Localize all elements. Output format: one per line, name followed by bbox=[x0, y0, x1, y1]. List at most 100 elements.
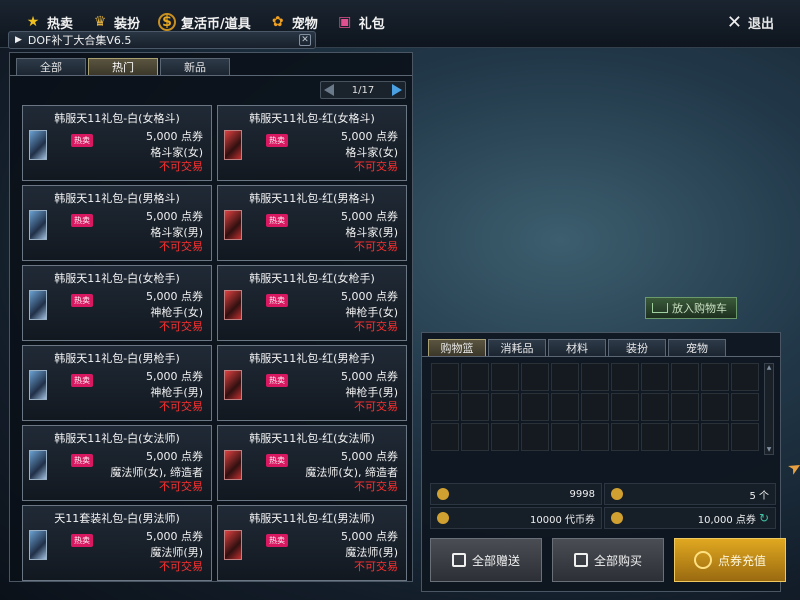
basket-slot[interactable] bbox=[701, 363, 729, 391]
next-page-icon[interactable] bbox=[392, 84, 402, 96]
pager: 1/17 bbox=[320, 81, 406, 99]
basket-slot[interactable] bbox=[551, 363, 579, 391]
tab-hot[interactable]: 热门 bbox=[88, 58, 158, 76]
basket-slot[interactable] bbox=[731, 363, 759, 391]
tab-pet[interactable]: 宠物 bbox=[668, 339, 726, 357]
basket-slot[interactable] bbox=[491, 423, 519, 451]
action-buttons: 全部赠送 全部购买 点券充值 bbox=[430, 538, 786, 582]
basket-slot[interactable] bbox=[491, 393, 519, 421]
item-card[interactable]: 韩服天11礼包-白(女格斗) 热卖 5,000 点券 格斗家(女) 不可交易 bbox=[22, 105, 212, 181]
basket-slot[interactable] bbox=[641, 363, 669, 391]
item-trade-status: 不可交易 bbox=[159, 400, 203, 413]
gift-all-button[interactable]: 全部赠送 bbox=[430, 538, 542, 582]
item-card[interactable]: 韩服天11礼包-红(女格斗) 热卖 5,000 点券 格斗家(女) 不可交易 bbox=[217, 105, 407, 181]
points-value: 10,000 点券 bbox=[697, 514, 756, 526]
basket-slot[interactable] bbox=[671, 363, 699, 391]
basket-slot[interactable] bbox=[461, 363, 489, 391]
page-indicator: 1/17 bbox=[351, 84, 375, 96]
basket-slot[interactable] bbox=[611, 423, 639, 451]
tab-consumables[interactable]: 消耗品 bbox=[488, 339, 546, 357]
points-icon bbox=[611, 512, 623, 524]
basket-slot[interactable] bbox=[521, 363, 549, 391]
tab-costume[interactable]: 装扮 bbox=[608, 339, 666, 357]
hot-badge: 热卖 bbox=[71, 374, 93, 387]
item-card[interactable]: 天11套装礼包-白(男法师) 热卖 5,000 点券 魔法师(男) 不可交易 bbox=[22, 505, 212, 581]
basket-slot[interactable] bbox=[431, 423, 459, 451]
basket-slot[interactable] bbox=[671, 393, 699, 421]
basket-slot[interactable] bbox=[611, 363, 639, 391]
basket-slot[interactable] bbox=[581, 363, 609, 391]
hot-badge: 热卖 bbox=[266, 214, 288, 227]
prev-page-icon[interactable] bbox=[324, 84, 334, 96]
item-card[interactable]: 韩服天11礼包-白(男枪手) 热卖 5,000 点券 神枪手(男) 不可交易 bbox=[22, 345, 212, 421]
item-price: 5,000 点券 bbox=[341, 450, 398, 463]
gift-all-label: 全部赠送 bbox=[471, 553, 520, 568]
hot-badge: 热卖 bbox=[266, 534, 288, 547]
basket-icon bbox=[573, 553, 588, 567]
basket-slot[interactable] bbox=[521, 393, 549, 421]
basket-slot[interactable] bbox=[551, 393, 579, 421]
play-icon: ▶ bbox=[15, 35, 22, 45]
close-window-icon[interactable]: ✕ bbox=[299, 34, 311, 46]
token-row: 10000 代币券 bbox=[430, 507, 602, 529]
item-card[interactable]: 韩服天11礼包-白(男格斗) 热卖 5,000 点券 格斗家(男) 不可交易 bbox=[22, 185, 212, 261]
item-name: 天11套装礼包-白(男法师) bbox=[54, 512, 180, 525]
item-card[interactable]: 韩服天11礼包-红(女法师) 热卖 5,000 点券 魔法师(女), 缔造者 不… bbox=[217, 425, 407, 501]
tab-all[interactable]: 全部 bbox=[16, 58, 86, 76]
item-card[interactable]: 韩服天11礼包-红(男枪手) 热卖 5,000 点券 神枪手(男) 不可交易 bbox=[217, 345, 407, 421]
item-card[interactable]: 韩服天11礼包-白(女枪手) 热卖 5,000 点券 神枪手(女) 不可交易 bbox=[22, 265, 212, 341]
item-trade-status: 不可交易 bbox=[159, 160, 203, 173]
item-trade-status: 不可交易 bbox=[354, 160, 398, 173]
basket-slot[interactable] bbox=[641, 423, 669, 451]
basket-slot[interactable] bbox=[491, 363, 519, 391]
basket-slot[interactable] bbox=[701, 423, 729, 451]
recharge-label: 点券充值 bbox=[717, 553, 766, 568]
basket-slot[interactable] bbox=[671, 423, 699, 451]
item-card[interactable]: 韩服天11礼包-红(男格斗) 热卖 5,000 点券 格斗家(男) 不可交易 bbox=[217, 185, 407, 261]
buy-all-button[interactable]: 全部购买 bbox=[552, 538, 664, 582]
basket-slot[interactable] bbox=[431, 393, 459, 421]
item-thumbnail bbox=[29, 290, 47, 320]
item-name: 韩服天11礼包-白(女枪手) bbox=[54, 272, 180, 285]
scroll-up-icon[interactable]: ▲ bbox=[765, 364, 773, 372]
recharge-button[interactable]: 点券充值 bbox=[674, 538, 786, 582]
basket-slot[interactable] bbox=[581, 423, 609, 451]
basket-slot[interactable] bbox=[551, 423, 579, 451]
exit-button[interactable]: ✕ 退出 bbox=[727, 13, 774, 32]
basket-slot[interactable] bbox=[521, 423, 549, 451]
currency-info: 9998 5 个 10000 代币券 10,000 点券 ↻ bbox=[430, 483, 776, 529]
item-card[interactable]: 韩服天11礼包-红(男法师) 热卖 5,000 点券 魔法师(男) 不可交易 bbox=[217, 505, 407, 581]
nav-gift-pack[interactable]: ▣ 礼包 bbox=[332, 10, 399, 34]
basket-slot[interactable] bbox=[431, 363, 459, 391]
item-card[interactable]: 韩服天11礼包-红(女枪手) 热卖 5,000 点券 神枪手(女) 不可交易 bbox=[217, 265, 407, 341]
item-trade-status: 不可交易 bbox=[354, 320, 398, 333]
basket-slot[interactable] bbox=[611, 393, 639, 421]
basket-slot[interactable] bbox=[461, 393, 489, 421]
add-to-cart-button[interactable]: 放入购物车 bbox=[645, 297, 737, 319]
star-icon: ★ bbox=[26, 14, 40, 30]
basket-slot[interactable] bbox=[731, 423, 759, 451]
item-trade-status: 不可交易 bbox=[354, 480, 398, 493]
basket-slot[interactable] bbox=[581, 393, 609, 421]
cart-tabs: 购物篮 消耗品 材料 装扮 宠物 bbox=[428, 339, 726, 357]
item-thumbnail bbox=[224, 210, 242, 240]
token-value: 10000 代币券 bbox=[530, 514, 595, 526]
item-name: 韩服天11礼包-白(女法师) bbox=[54, 432, 180, 445]
scrollbar[interactable]: ▲ ▼ bbox=[764, 363, 774, 455]
tab-basket[interactable]: 购物篮 bbox=[428, 339, 486, 357]
basket-slot[interactable] bbox=[641, 393, 669, 421]
basket-slot[interactable] bbox=[461, 423, 489, 451]
tab-new[interactable]: 新品 bbox=[160, 58, 230, 76]
basket-slot[interactable] bbox=[731, 393, 759, 421]
hot-badge: 热卖 bbox=[71, 454, 93, 467]
window-title-bar: ▶ DOF补丁大合集V6.5 ✕ bbox=[8, 31, 316, 49]
gold-value: 9998 bbox=[569, 488, 595, 500]
basket-slot[interactable] bbox=[701, 393, 729, 421]
hot-badge: 热卖 bbox=[71, 134, 93, 147]
scroll-down-icon[interactable]: ▼ bbox=[765, 446, 773, 454]
paw-icon: ✿ bbox=[271, 14, 284, 30]
item-thumbnail bbox=[224, 450, 242, 480]
item-card[interactable]: 韩服天11礼包-白(女法师) 热卖 5,000 点券 魔法师(女), 缔造者 不… bbox=[22, 425, 212, 501]
tab-materials[interactable]: 材料 bbox=[548, 339, 606, 357]
refresh-icon[interactable]: ↻ bbox=[759, 511, 769, 525]
